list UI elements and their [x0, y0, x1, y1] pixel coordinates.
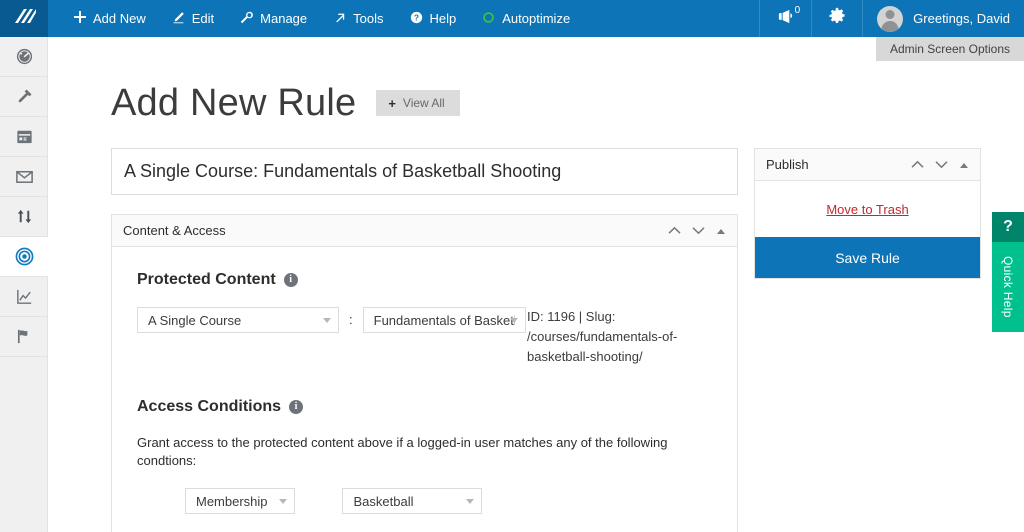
dashboard-gauge-icon	[15, 47, 34, 66]
chevron-up-icon[interactable]	[911, 156, 924, 174]
access-condition-row: Membership s Basketball	[137, 488, 712, 514]
metabox-controls	[668, 222, 726, 240]
rule-title-input[interactable]	[111, 148, 738, 195]
view-all-button[interactable]: + View All	[376, 90, 460, 116]
quick-help-label: Quick Help	[1001, 256, 1015, 318]
publish-title: Publish	[766, 157, 809, 172]
metabox-body: Protected Content i A Single Course : Fu…	[112, 247, 737, 532]
menu-item-add-new-label: Add New	[93, 11, 146, 26]
menu-item-help[interactable]: ? Help	[397, 0, 470, 37]
metabox-header: Content & Access	[112, 215, 737, 247]
protected-content-heading: Protected Content	[137, 271, 276, 288]
user-account-button[interactable]: Greetings, David	[862, 0, 1024, 37]
publish-metabox: Publish Move to Trash Save Rule	[754, 148, 981, 279]
chevron-down-icon[interactable]	[692, 222, 705, 240]
condition-type-select[interactable]: Membership	[185, 488, 295, 514]
main-content: Add New Rule + View All Content & Access	[48, 37, 1024, 532]
move-to-trash-link[interactable]: Move to Trash	[826, 202, 908, 217]
target-icon	[15, 247, 34, 266]
user-greeting-label: Greetings, David	[913, 11, 1010, 26]
quick-help-body: Quick Help	[992, 242, 1024, 332]
admin-bar-menu: Add New Edit Manage Tools ? Help Autopti…	[61, 0, 583, 37]
protected-content-row: A Single Course : Fundamentals of Basket…	[137, 307, 712, 367]
line-chart-icon	[15, 287, 34, 306]
editor-main-column: Content & Access	[111, 148, 738, 532]
protected-content-heading-row: Protected Content i	[137, 271, 712, 289]
editor-columns: Content & Access	[48, 122, 1024, 532]
site-logo-button[interactable]	[0, 0, 48, 37]
access-conditions-description: Grant access to the protected content ab…	[137, 435, 668, 468]
menu-item-edit-label: Edit	[191, 11, 215, 26]
caret-up-toggle-icon[interactable]	[959, 156, 969, 174]
sidebar-item-calendar[interactable]	[0, 117, 48, 157]
info-icon[interactable]: i	[289, 400, 304, 414]
menu-item-edit[interactable]: Edit	[159, 0, 227, 37]
protected-content-item-select-wrap: Fundamentals of Basketball :	[362, 307, 526, 333]
question-circle-icon: ?	[410, 11, 423, 27]
view-all-label: View All	[402, 96, 445, 110]
menu-item-tools[interactable]: Tools	[320, 0, 396, 37]
quick-help-question-icon: ?	[992, 212, 1024, 242]
content-access-metabox: Content & Access Protected Content i A S…	[111, 214, 738, 532]
info-icon[interactable]: i	[283, 273, 298, 287]
sidebar-item-rules[interactable]	[0, 237, 48, 277]
caret-up-toggle-icon[interactable]	[716, 222, 726, 240]
transfer-arrows-icon	[15, 207, 34, 226]
condition-value-select[interactable]: Basketball	[341, 488, 482, 514]
left-sidebar	[0, 37, 48, 532]
menu-item-tools-label: Tools	[353, 11, 384, 26]
admin-screen-options-label: Admin Screen Options	[889, 42, 1010, 56]
sidebar-item-mail[interactable]	[0, 157, 48, 197]
sidebar-item-reports[interactable]	[0, 277, 48, 317]
publish-body: Move to Trash	[755, 181, 980, 237]
admin-screen-options-tab[interactable]: Admin Screen Options	[875, 37, 1024, 61]
sidebar-item-transfer[interactable]	[0, 197, 48, 237]
access-conditions-heading-row: Access Conditions i	[137, 398, 712, 416]
calendar-icon	[15, 127, 34, 146]
admin-bar: Add New Edit Manage Tools ? Help Autopti…	[0, 0, 1024, 37]
menu-item-manage[interactable]: Manage	[227, 0, 320, 37]
circle-outline-icon	[482, 11, 495, 27]
svg-text:?: ?	[414, 13, 419, 22]
sidebar-item-dashboard[interactable]	[0, 37, 48, 77]
megaphone-icon	[776, 7, 795, 31]
menu-item-manage-label: Manage	[260, 11, 308, 26]
wrench-icon	[240, 11, 254, 27]
admin-bar-right: 0 Greetings, David	[759, 0, 1024, 37]
sidebar-item-flag[interactable]	[0, 317, 48, 357]
condition-type-select-wrap: Membership	[185, 488, 295, 514]
publish-controls	[911, 156, 969, 174]
stripes-logo-icon	[12, 6, 38, 31]
condition-value-select-wrap: Basketball	[341, 488, 482, 514]
mail-envelope-icon	[15, 167, 34, 186]
sidebar-item-build[interactable]	[0, 77, 48, 117]
protected-content-item-select[interactable]: Fundamentals of Basketball :	[362, 307, 526, 333]
hammer-icon	[15, 87, 34, 106]
metabox-title: Content & Access	[123, 223, 226, 238]
menu-item-autoptimize-label: Autoptimize	[502, 11, 571, 26]
settings-button[interactable]	[811, 0, 862, 37]
flag-icon	[15, 327, 34, 346]
plus-icon	[74, 11, 86, 26]
menu-item-add-new[interactable]: Add New	[61, 0, 159, 37]
protected-content-type-select[interactable]: A Single Course	[137, 307, 339, 333]
plus-icon: +	[388, 95, 396, 111]
protected-content-type-select-wrap: A Single Course	[137, 307, 339, 333]
menu-item-help-label: Help	[429, 11, 457, 26]
notifications-count: 0	[794, 5, 801, 16]
pencil-icon	[172, 11, 185, 27]
gear-icon	[828, 7, 846, 30]
quick-help-tab[interactable]: ? Quick Help	[992, 212, 1024, 332]
chevron-up-icon[interactable]	[668, 222, 681, 240]
save-rule-button[interactable]: Save Rule	[755, 237, 980, 278]
chevron-down-icon[interactable]	[935, 156, 948, 174]
editor-side-column: Publish Move to Trash Save Rule	[754, 148, 981, 532]
arrow-up-right-icon	[333, 11, 346, 27]
menu-item-autoptimize[interactable]: Autoptimize	[469, 0, 583, 37]
notifications-button[interactable]: 0	[759, 0, 811, 37]
page-title: Add New Rule	[111, 82, 357, 124]
publish-header: Publish	[755, 149, 980, 181]
user-avatar-icon	[877, 5, 904, 32]
access-conditions-heading: Access Conditions	[137, 398, 282, 415]
